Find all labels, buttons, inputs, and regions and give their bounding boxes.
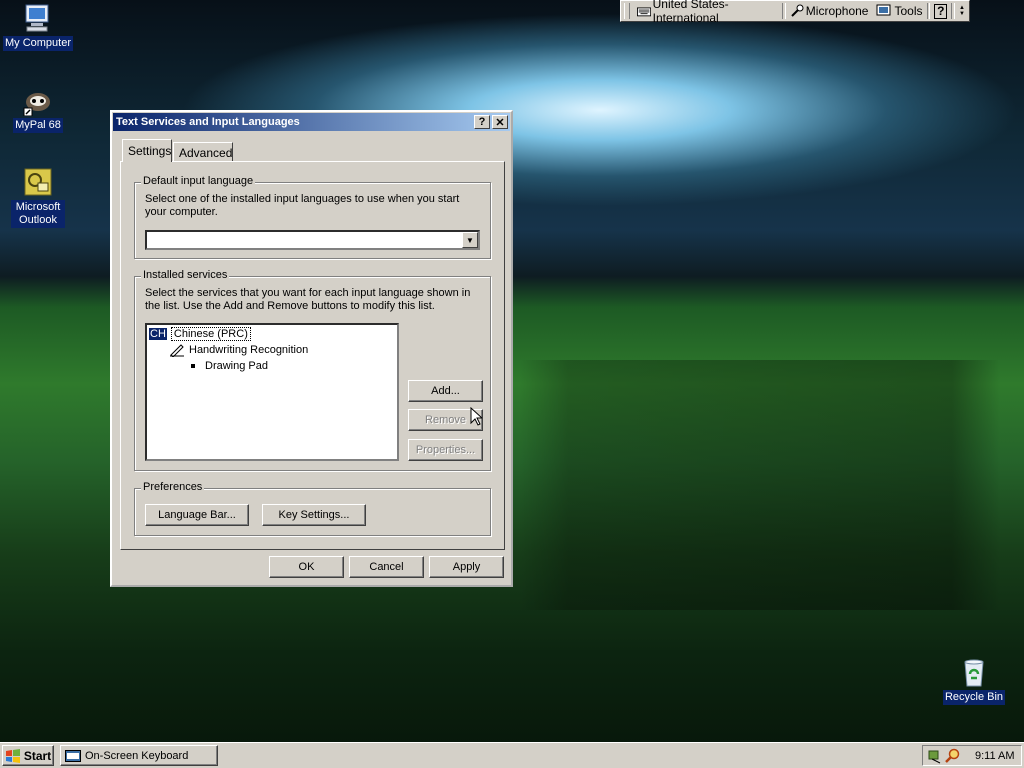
mouse-cursor-icon: [470, 407, 482, 426]
desktop-icon-mypal[interactable]: MyPal 68: [0, 84, 76, 133]
language-code-icon: CH: [149, 327, 167, 340]
keyboard-icon: [636, 7, 651, 17]
language-bar-options-button[interactable]: ▲ ▼: [955, 1, 969, 21]
taskbar-button-label: On-Screen Keyboard: [85, 749, 189, 762]
text-services-dialog: Text Services and Input Languages ? ✕ Se…: [110, 110, 513, 587]
installed-services-tree[interactable]: CH Chinese (PRC) Handwriting Recognition…: [145, 323, 399, 461]
microphone-button[interactable]: Microphone: [786, 1, 873, 21]
system-tray: 9:11 AM: [922, 745, 1022, 766]
group-description: Select one of the installed input langua…: [145, 193, 460, 218]
group-title: Default input language: [141, 175, 256, 187]
outlook-icon: [24, 168, 52, 196]
desktop-icon-label: My Computer: [2, 36, 74, 51]
language-label: United States-International: [652, 0, 729, 25]
preferences-group: Preferences Language Bar... Key Settings…: [134, 481, 491, 536]
mypal-icon: [23, 93, 50, 116]
language-bar-button[interactable]: Language Bar...: [145, 504, 249, 526]
chevron-down-icon[interactable]: ▼: [462, 232, 478, 248]
network-icon[interactable]: [927, 748, 943, 764]
chevron-down-icon: ▼: [959, 11, 965, 17]
cancel-button[interactable]: Cancel: [349, 556, 424, 578]
tools-button[interactable]: Tools: [872, 1, 926, 21]
default-language-select[interactable]: ▼: [145, 230, 480, 250]
tree-item-drawing-pad[interactable]: Drawing Pad: [191, 358, 268, 373]
tree-item-handwriting[interactable]: Handwriting Recognition: [169, 342, 308, 357]
tree-item-label: Chinese (PRC): [170, 326, 251, 341]
windows-logo-icon: [5, 748, 20, 763]
settings-panel: Default input language Select one of the…: [120, 161, 505, 550]
installed-services-group: Installed services Select the services t…: [134, 269, 491, 471]
desktop-icon-outlook[interactable]: Microsoft Outlook: [0, 166, 76, 228]
close-button[interactable]: ✕: [492, 115, 508, 129]
properties-button[interactable]: Properties...: [408, 439, 483, 461]
bullet-icon: [191, 363, 195, 368]
help-icon: ?: [934, 3, 948, 19]
microphone-icon: [791, 4, 804, 17]
start-button[interactable]: Start: [2, 745, 54, 766]
group-title: Preferences: [141, 481, 205, 493]
tools-icon: [876, 4, 891, 16]
language-bar-grip[interactable]: [624, 3, 630, 19]
key-settings-button[interactable]: Key Settings...: [262, 504, 366, 526]
taskbar: Start On-Screen Keyboard 9:11 AM: [0, 742, 1024, 768]
dialog-title: Text Services and Input Languages: [116, 116, 300, 128]
default-language-group: Default input language Select one of the…: [134, 175, 491, 259]
wallpaper-shadow: [520, 360, 1000, 610]
desktop-icon-label: Microsoft Outlook: [11, 200, 65, 228]
apply-button[interactable]: Apply: [429, 556, 504, 578]
help-button[interactable]: ?: [474, 115, 490, 129]
dialog-titlebar[interactable]: Text Services and Input Languages ? ✕: [113, 113, 510, 131]
search-icon[interactable]: [945, 748, 961, 764]
tree-item-label: Handwriting Recognition: [189, 343, 309, 356]
start-label: Start: [23, 748, 52, 763]
desktop-icon-label: Recycle Bin: [942, 690, 1006, 705]
group-title: Installed services: [141, 269, 230, 281]
tools-label: Tools: [894, 4, 923, 18]
desktop-icon-recycle-bin[interactable]: Recycle Bin: [936, 656, 1012, 705]
add-button[interactable]: Add...: [408, 380, 483, 402]
desktop-icon-label: MyPal 68: [13, 118, 63, 133]
ok-button[interactable]: OK: [269, 556, 344, 578]
language-selector[interactable]: United States-International: [633, 0, 782, 25]
taskbar-button-on-screen-keyboard[interactable]: On-Screen Keyboard: [60, 745, 218, 766]
pen-icon: [170, 343, 184, 357]
tree-item-chinese[interactable]: CH Chinese (PRC): [149, 326, 251, 341]
group-description: Select the services that you want for ea…: [145, 287, 471, 312]
tab-settings[interactable]: Settings: [122, 139, 172, 162]
my-computer-icon: [25, 4, 49, 32]
recycle-bin-icon: [964, 659, 984, 687]
keyboard-icon: [65, 749, 81, 762]
clock: 9:11 AM: [975, 749, 1015, 762]
microphone-label: Microphone: [805, 4, 869, 18]
language-bar: United States-International Microphone T…: [620, 0, 970, 25]
tab-advanced[interactable]: Advanced: [173, 142, 233, 162]
help-button[interactable]: ?: [930, 1, 951, 21]
tree-item-label: Drawing Pad: [205, 359, 268, 372]
desktop-icon-my-computer[interactable]: My Computer: [0, 2, 76, 51]
